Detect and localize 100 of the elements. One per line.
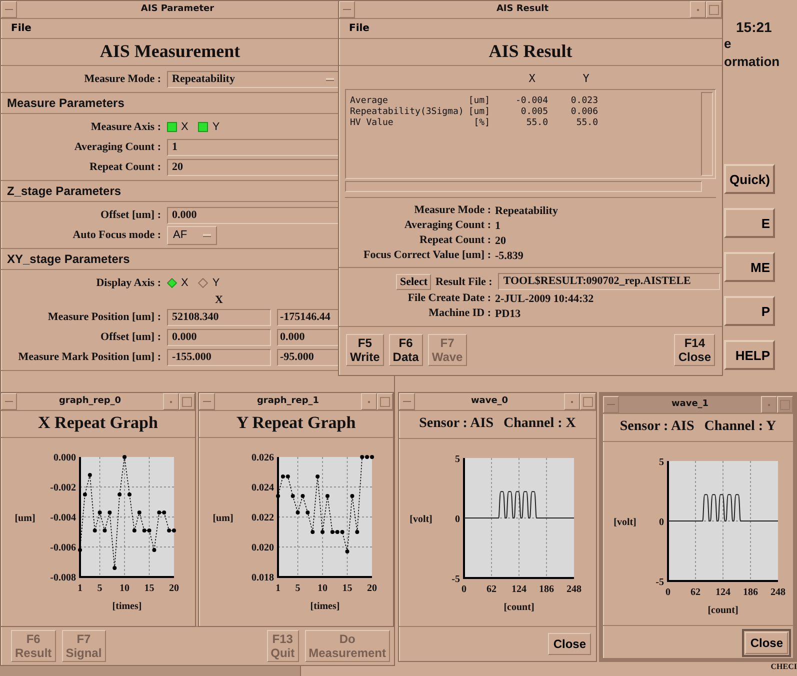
sensor-heading: Channel : X xyxy=(504,416,576,432)
info-label: Measure Mode : xyxy=(413,204,491,218)
data-point xyxy=(82,492,87,496)
function-key-button[interactable]: F14 Close xyxy=(674,334,715,366)
row-name: Average xyxy=(350,96,389,107)
data-point xyxy=(296,510,300,514)
maximize-button[interactable] xyxy=(377,393,393,410)
function-key-button[interactable]: F5 Write xyxy=(346,334,384,366)
window-menu-button[interactable] xyxy=(1,393,17,410)
x-tick-label: 186 xyxy=(539,584,554,595)
window-menu-button[interactable] xyxy=(199,393,215,410)
y-axis-label: [um] xyxy=(212,513,234,524)
x-tick-label: 62 xyxy=(690,587,700,598)
input-field[interactable]: 20 xyxy=(167,158,339,176)
x-tick-label: 5 xyxy=(97,583,102,594)
dropdown-field[interactable]: Repeatability xyxy=(167,70,339,88)
minimize-button[interactable] xyxy=(690,1,706,18)
input-field[interactable]: -155.000 xyxy=(167,348,271,366)
x-tick-label: 15 xyxy=(342,583,352,594)
x-axis-label: [times] xyxy=(310,601,340,612)
data-point xyxy=(118,492,122,496)
data-point xyxy=(290,494,295,498)
x-tick-label: 248 xyxy=(770,587,786,598)
input-field[interactable]: 52108.340 xyxy=(167,308,271,326)
input-field[interactable]: 0.000 xyxy=(167,328,271,346)
maximize-button[interactable] xyxy=(777,396,793,413)
close-button[interactable]: Close xyxy=(548,633,591,655)
x-axis-label: [count] xyxy=(708,605,738,616)
menu-button[interactable]: ME xyxy=(724,252,775,282)
vertical-scrollbar[interactable] xyxy=(701,92,713,176)
menu-button[interactable]: P xyxy=(724,296,775,326)
y-tick-label: -0.004 xyxy=(50,512,76,524)
minimize-button[interactable] xyxy=(761,396,777,413)
minimize-button[interactable] xyxy=(361,393,377,410)
row-name: HV Value xyxy=(350,118,394,129)
y-value: 55.0 xyxy=(575,118,598,129)
minimize-button[interactable] xyxy=(163,393,179,410)
checkbox[interactable] xyxy=(167,122,177,132)
window-menu-button[interactable] xyxy=(339,1,355,18)
chart-title: Y Repeat Graph xyxy=(199,411,393,438)
data-point xyxy=(350,494,354,498)
maximize-button[interactable] xyxy=(179,393,195,410)
row-name: Repeatability(3Sigma) xyxy=(350,107,465,118)
window-menu-button[interactable] xyxy=(603,396,619,413)
x-tick-label: 5 xyxy=(295,583,300,594)
menu-button[interactable]: E xyxy=(724,208,775,238)
function-key-button[interactable]: F6 Data xyxy=(388,334,423,366)
data-point xyxy=(92,528,97,532)
file-field[interactable]: TOOL$RESULT:090702_rep.AISTELE xyxy=(498,273,720,290)
y-tick-label: 0.024 xyxy=(252,482,274,494)
radio-button[interactable] xyxy=(167,278,177,288)
maximize-button[interactable] xyxy=(706,1,722,18)
data-point xyxy=(122,455,127,459)
y-tick-label: -5 xyxy=(656,577,664,588)
menu-item[interactable]: File xyxy=(7,19,36,38)
info-value: Repeatability xyxy=(495,204,559,218)
window-menu-button[interactable] xyxy=(399,393,415,410)
info-label: File Create Date : xyxy=(406,292,491,306)
y-tick-label: 0.026 xyxy=(252,452,274,464)
data-point xyxy=(310,530,315,534)
field-label: Measure Mark Position [um] : xyxy=(17,351,161,363)
x-tick-label: 186 xyxy=(743,587,758,598)
input-field[interactable]: 0.000 xyxy=(167,206,339,224)
window-title: graph_rep_1 xyxy=(256,395,320,408)
checkbox[interactable] xyxy=(198,122,208,132)
y-tick-label: -0.006 xyxy=(50,542,76,554)
y-value: 0.023 xyxy=(570,96,598,107)
x-tick-label: 62 xyxy=(486,584,496,595)
x-value: 55.0 xyxy=(525,118,548,129)
radio-label: X xyxy=(181,277,188,289)
row-unit: [um] xyxy=(467,96,490,107)
menu-button[interactable]: HELP xyxy=(724,340,775,370)
data-point xyxy=(102,528,107,532)
field-label: Auto Focus mode : xyxy=(72,229,161,241)
maximize-button[interactable] xyxy=(580,393,596,410)
data-point xyxy=(78,548,82,552)
option-menu[interactable]: AF xyxy=(167,226,217,244)
radio-label: Y xyxy=(212,277,220,289)
close-button[interactable]: Close xyxy=(745,632,788,654)
data-point xyxy=(300,494,305,498)
info-value: -5.839 xyxy=(495,249,524,263)
info-label: Machine ID : xyxy=(428,307,491,321)
select-button[interactable]: Select xyxy=(396,274,432,290)
window-menu-button[interactable] xyxy=(1,1,17,18)
menu-button[interactable]: Quick) xyxy=(724,164,775,194)
x-tick-label: 124 xyxy=(512,584,526,595)
x-tick-label: 20 xyxy=(169,583,179,594)
field-label: Repeat Count : xyxy=(88,161,161,173)
x-tick-label: 10 xyxy=(318,583,328,594)
x-tick-label: 0 xyxy=(666,587,670,598)
input-field[interactable]: 1 xyxy=(167,138,339,156)
radio-button[interactable] xyxy=(198,278,208,288)
horizontal-scrollbar[interactable] xyxy=(345,181,702,192)
y-tick-label: 0 xyxy=(659,517,664,528)
info-label: Averaging Count : xyxy=(403,219,491,233)
column-header: X xyxy=(214,294,224,306)
minimize-button[interactable] xyxy=(564,393,580,410)
field-label: Offset [um] : xyxy=(100,331,161,343)
menu-item[interactable]: File xyxy=(345,19,374,38)
status-text: CHECI xyxy=(770,662,797,671)
